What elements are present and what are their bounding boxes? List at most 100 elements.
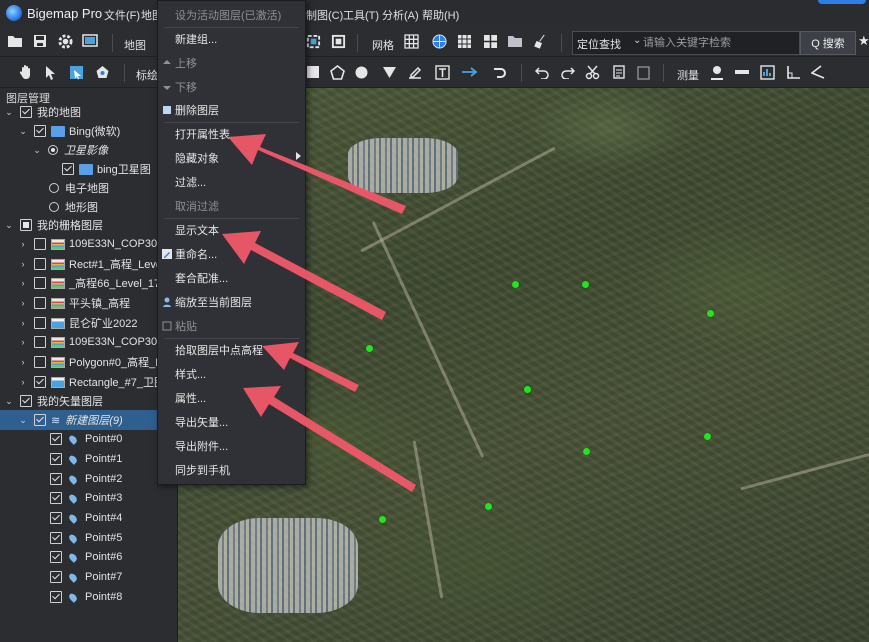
chevron-right-icon[interactable]: › (18, 337, 28, 347)
map-point-marker[interactable] (485, 503, 492, 510)
undo-icon[interactable] (533, 63, 551, 81)
menu-export-vector[interactable]: 导出矢量... (158, 411, 305, 433)
arrow-line-tool-icon[interactable] (461, 63, 479, 81)
map-point-marker[interactable] (583, 448, 590, 455)
menu-filter[interactable]: 过滤... (158, 171, 305, 193)
select-shape-icon[interactable] (93, 63, 111, 81)
measure-label[interactable]: 测量 (677, 67, 699, 83)
map-point-marker[interactable] (707, 310, 714, 317)
mark-label[interactable]: 标绘 (136, 67, 158, 83)
chevron-right-icon[interactable]: › (18, 278, 28, 288)
checkbox[interactable] (34, 356, 46, 368)
menu-set-active-layer[interactable]: 设为活动图层(已激活) (158, 4, 305, 26)
grid-icon[interactable] (402, 32, 420, 50)
menu-paste[interactable]: 粘贴 (158, 315, 305, 337)
checkbox[interactable] (50, 551, 62, 563)
tree-group-my-maps[interactable]: ⌄ 我的地图 (0, 102, 181, 122)
broom-clear-icon[interactable] (531, 32, 549, 50)
checkbox[interactable] (34, 277, 46, 289)
checkbox[interactable] (20, 106, 32, 118)
checkbox[interactable] (50, 453, 62, 465)
tree-group-vector-layers[interactable]: ⌄ 我的矢量图层 (0, 391, 181, 411)
checkbox[interactable] (34, 317, 46, 329)
menu-show-text[interactable]: 显示文本 (158, 219, 305, 241)
map-point-marker[interactable] (704, 433, 711, 440)
area-measure-icon[interactable] (758, 63, 776, 81)
search-mode-select[interactable]: 定位查找 (577, 36, 621, 52)
checkbox[interactable] (50, 532, 62, 544)
chevron-down-icon[interactable]: ⌄ (4, 107, 14, 118)
checkbox[interactable] (34, 258, 46, 270)
menu-style[interactable]: 样式... (158, 363, 305, 385)
zoom-extent-icon[interactable] (304, 32, 322, 50)
chevron-right-icon[interactable]: › (18, 377, 28, 387)
angle-measure-icon[interactable] (784, 63, 802, 81)
chevron-down-icon[interactable]: ⌄ (4, 396, 14, 407)
radio-button[interactable] (48, 145, 58, 155)
checkbox[interactable] (50, 571, 62, 583)
map-point-marker[interactable] (524, 386, 531, 393)
chevron-right-icon[interactable]: › (18, 239, 28, 249)
chevron-right-icon[interactable]: › (18, 318, 28, 328)
search-button[interactable]: Q 搜索 (800, 31, 856, 55)
checkbox[interactable] (20, 219, 32, 231)
menu-open-attribute-table[interactable]: 打开属性表... (158, 123, 305, 145)
azimuth-measure-icon[interactable] (809, 63, 827, 81)
checkbox[interactable] (34, 414, 46, 426)
chevron-right-icon[interactable]: › (18, 298, 28, 308)
full-extent-icon[interactable] (329, 32, 347, 50)
chevron-down-icon[interactable]: ⌄ (32, 145, 42, 156)
paste-icon[interactable] (634, 63, 652, 81)
menu-help[interactable]: 帮助(H) (422, 7, 459, 23)
menu-rename[interactable]: 重命名... (158, 243, 305, 265)
location-pin-icon[interactable] (708, 63, 726, 81)
chevron-down-icon[interactable]: ⌄ (18, 126, 28, 137)
rectangle-tool-icon[interactable] (304, 63, 322, 81)
search-input[interactable] (641, 33, 795, 53)
grid-table-icon[interactable] (481, 32, 499, 50)
triangle-tool-icon[interactable] (380, 63, 398, 81)
chevron-down-icon[interactable]: ⌄ (18, 415, 28, 426)
menu-delete-layer[interactable]: 删除图层 (158, 99, 305, 121)
save-icon[interactable] (31, 32, 49, 50)
menu-new-group[interactable]: 新建组... (158, 28, 305, 50)
map-point-marker[interactable] (512, 281, 519, 288)
open-folder-icon[interactable] (6, 32, 24, 50)
distance-measure-icon[interactable] (733, 63, 751, 81)
tree-group-raster-layers[interactable]: ⌄ 我的栅格图层 (0, 215, 181, 235)
menu-hide-objects[interactable]: 隐藏对象 (158, 147, 305, 169)
circle-tool-icon[interactable] (352, 63, 370, 81)
checkbox[interactable] (34, 238, 46, 250)
menu-registration[interactable]: 套合配准... (158, 267, 305, 289)
menu-move-down[interactable]: 下移 (158, 76, 305, 98)
curve-arrow-tool-icon[interactable] (490, 63, 508, 81)
checkbox[interactable] (62, 163, 74, 175)
text-tool-icon[interactable] (433, 63, 451, 81)
checkbox[interactable] (34, 125, 46, 137)
text-edit-tool-icon[interactable] (406, 63, 424, 81)
polygon-tool-icon[interactable] (328, 63, 346, 81)
checkbox[interactable] (34, 297, 46, 309)
menu-pick-elevation[interactable]: 拾取图层中点高程 (158, 339, 305, 361)
menu-cartography[interactable]: 制图(C) (306, 7, 343, 23)
folder-icon[interactable] (506, 32, 524, 50)
screen-icon[interactable] (81, 32, 99, 50)
menu-zoom-to-layer[interactable]: 缩放至当前图层 (158, 291, 305, 313)
copy-icon[interactable] (609, 63, 627, 81)
menu-tools[interactable]: 工具(T) (343, 7, 379, 23)
checkbox[interactable] (34, 336, 46, 348)
checkbox[interactable] (50, 512, 62, 524)
menu-cancel-filter[interactable]: 取消过滤 (158, 195, 305, 217)
menu-sync-to-phone[interactable]: 同步到手机 (158, 459, 305, 481)
checkbox[interactable] (34, 376, 46, 388)
scissors-cut-icon[interactable] (583, 63, 601, 81)
star-icon[interactable]: ★ (858, 33, 869, 49)
select-cursor-icon[interactable] (42, 63, 60, 81)
select-box-icon[interactable] (67, 63, 85, 81)
chevron-down-icon[interactable]: ⌄ (4, 220, 14, 231)
checkbox[interactable] (50, 591, 62, 603)
redo-icon[interactable] (558, 63, 576, 81)
radio-button[interactable] (49, 183, 59, 193)
settings-gear-icon[interactable] (56, 32, 74, 50)
chevron-right-icon[interactable]: › (18, 259, 28, 269)
